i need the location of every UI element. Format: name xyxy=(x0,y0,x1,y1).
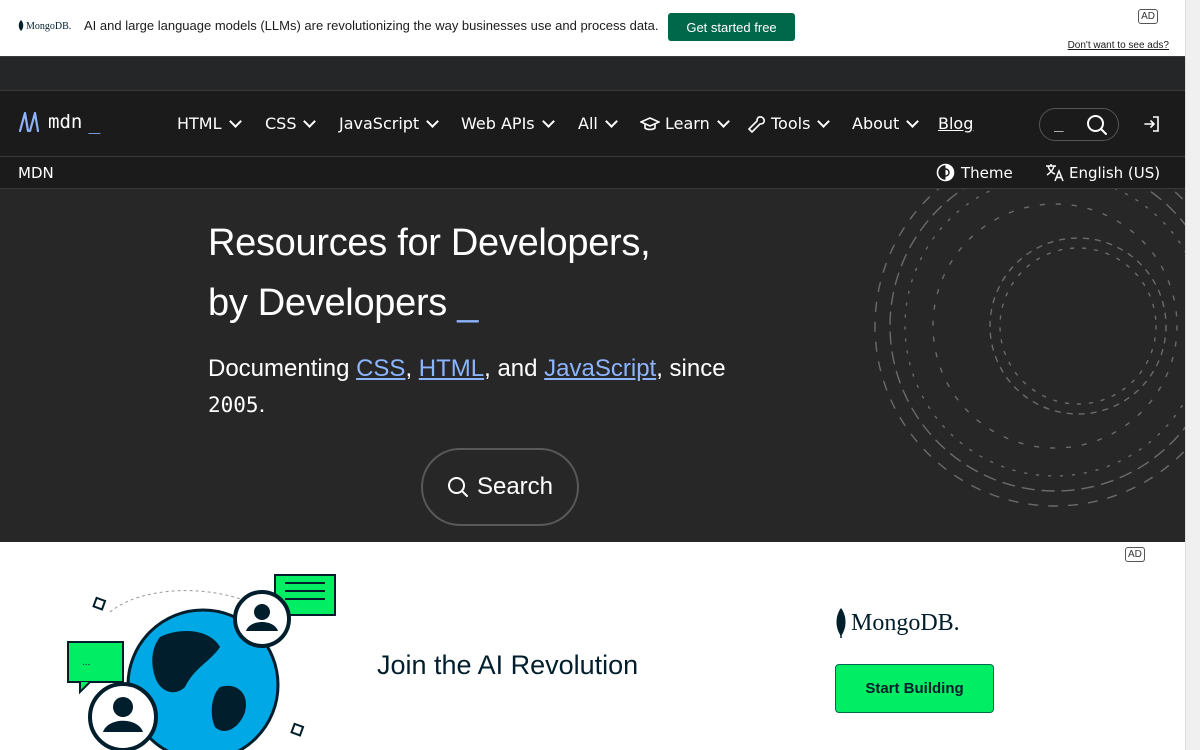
decorative-rings xyxy=(874,189,1185,507)
nav-css-label: CSS xyxy=(265,114,297,133)
hero-search-label: Search xyxy=(476,473,554,500)
nav-learn-label: Learn xyxy=(665,114,710,133)
nav-learn[interactable]: Learn xyxy=(640,114,730,133)
mongodb-logo[interactable]: MongoDB. xyxy=(18,20,71,32)
mdn-logo[interactable]: mdn _ xyxy=(18,110,100,134)
nav-web-apis[interactable]: Web APIs xyxy=(461,114,555,133)
nav-about-label: About xyxy=(852,114,900,133)
leaf-icon xyxy=(18,20,24,31)
nav-tools-label: Tools xyxy=(771,114,811,133)
subtitle-suffix: , since xyxy=(656,355,726,382)
chevron-down-icon xyxy=(716,114,730,128)
nav-javascript[interactable]: JavaScript xyxy=(339,114,440,133)
subtitle-prefix: Documenting xyxy=(208,355,357,382)
breadcrumb[interactable]: MDN xyxy=(18,164,54,182)
year-suffix: . xyxy=(258,391,266,418)
mongodb-logo-text: MongoDB. xyxy=(851,609,960,636)
theme-label: Theme xyxy=(961,163,1013,182)
nav-about[interactable]: About xyxy=(852,114,920,133)
leaf-icon xyxy=(836,608,846,638)
nav-tools[interactable]: Tools xyxy=(748,114,831,133)
top-ad-banner: MongoDB. AI and large language models (L… xyxy=(0,0,1185,56)
hero-title-line2: by Developers xyxy=(208,282,447,324)
mdn-m-icon xyxy=(18,111,40,133)
css-link[interactable]: CSS xyxy=(356,355,405,382)
top-strip xyxy=(0,56,1185,91)
theme-switcher[interactable]: Theme xyxy=(936,163,1013,182)
nav-css[interactable]: CSS xyxy=(265,114,317,133)
ad-badge: AD xyxy=(1125,547,1145,562)
language-switcher[interactable]: English (US) xyxy=(1045,163,1160,182)
chevron-down-icon xyxy=(817,114,831,128)
nav-html[interactable]: HTML xyxy=(177,114,242,133)
nav-html-label: HTML xyxy=(177,114,222,133)
ad-message: AI and large language models (LLMs) are … xyxy=(84,18,659,33)
ad-headline: Join the AI Revolution xyxy=(377,650,639,680)
search-cursor: _ xyxy=(1054,113,1064,132)
language-label: English (US) xyxy=(1069,163,1161,182)
login-icon[interactable] xyxy=(1143,115,1161,133)
nav-all-label: All xyxy=(578,114,598,133)
translate-icon xyxy=(1046,164,1064,182)
wrench-icon xyxy=(748,115,765,133)
globe-chat-illustration: ... xyxy=(67,574,336,750)
chevron-down-icon xyxy=(906,114,920,128)
hide-ads-link[interactable]: Don't want to see ads? xyxy=(1068,40,1169,51)
scrollbar[interactable] xyxy=(1185,0,1200,750)
mongodb-logo-text: MongoDB. xyxy=(26,20,72,32)
ad-badge: AD xyxy=(1138,9,1158,24)
get-started-button[interactable]: Get started free xyxy=(668,13,795,41)
html-link[interactable]: HTML xyxy=(419,355,484,382)
theme-icon xyxy=(936,163,955,182)
mongodb-logo: MongoDB. xyxy=(835,608,960,638)
mdn-logo-cursor: _ xyxy=(88,110,101,134)
nav-web-apis-label: Web APIs xyxy=(461,114,535,133)
nav-javascript-label: JavaScript xyxy=(339,114,420,133)
chevron-down-icon xyxy=(426,114,440,128)
nav-all[interactable]: All xyxy=(578,114,618,133)
chevron-down-icon xyxy=(303,114,317,128)
start-building-button[interactable]: Start Building xyxy=(835,664,994,713)
chevron-down-icon xyxy=(541,114,555,128)
search-icon xyxy=(447,477,468,497)
svg-text:...: ... xyxy=(82,657,90,668)
hero-title: Resources for Developers, by Developers … xyxy=(208,213,651,333)
sub-bar: MDN Theme English (US) xyxy=(0,157,1185,189)
hero-subtitle: Documenting CSS, HTML, and JavaScript, s… xyxy=(208,351,768,423)
nav-blog-link[interactable]: Blog xyxy=(938,114,973,133)
chevron-down-icon xyxy=(228,114,242,128)
search-icon xyxy=(1087,115,1107,135)
subtitle-sep1: , xyxy=(405,355,419,382)
hero-title-line1: Resources for Developers, xyxy=(208,222,651,264)
bottom-ad[interactable]: AD ... Join the AI Revolution MongoDB. S… xyxy=(0,542,1185,750)
hero-search-button[interactable]: Search xyxy=(421,448,579,526)
hero-title-cursor: _ xyxy=(457,282,479,324)
year: 2005 xyxy=(208,393,259,417)
chevron-down-icon xyxy=(604,114,618,128)
mdn-logo-text: mdn xyxy=(48,111,83,133)
javascript-link[interactable]: JavaScript xyxy=(544,355,656,382)
subtitle-sep2: , and xyxy=(484,355,545,382)
graduation-cap-icon xyxy=(640,116,660,130)
hero-section: Resources for Developers, by Developers … xyxy=(0,189,1185,542)
header-search-button[interactable]: _ xyxy=(1039,108,1119,141)
